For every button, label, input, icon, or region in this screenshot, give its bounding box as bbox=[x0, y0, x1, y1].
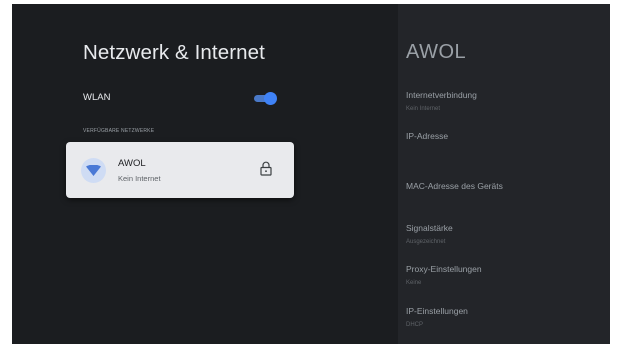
detail-item-proxy-settings[interactable]: Proxy-Einstellungen bbox=[406, 264, 482, 274]
detail-item-mac-address[interactable]: MAC-Adresse des Geräts bbox=[406, 181, 503, 191]
network-name: AWOL bbox=[118, 158, 146, 169]
detail-value-ip-settings: DHCP bbox=[406, 322, 424, 328]
detail-item-ip-settings[interactable]: IP-Einstellungen bbox=[406, 306, 468, 316]
wlan-label: WLAN bbox=[83, 92, 111, 103]
lock-icon bbox=[260, 161, 272, 181]
detail-item-ip-address[interactable]: IP-Adresse bbox=[406, 131, 448, 141]
network-item-awol[interactable]: AWOL Kein Internet bbox=[66, 142, 294, 198]
detail-value-proxy-settings: Keine bbox=[406, 280, 422, 286]
available-networks-label: VERFÜGBARE NETZWERKE bbox=[83, 128, 155, 134]
toggle-knob bbox=[264, 92, 277, 105]
page-title: Netzwerk & Internet bbox=[83, 41, 265, 64]
wlan-toggle[interactable] bbox=[254, 92, 277, 105]
detail-item-signal-strength[interactable]: Signalstärke bbox=[406, 223, 453, 233]
network-status: Kein Internet bbox=[118, 174, 161, 183]
wifi-icon bbox=[81, 158, 106, 183]
detail-item-internet-connection[interactable]: Internetverbindung bbox=[406, 90, 477, 100]
detail-value-internet-connection: Kein Internet bbox=[406, 106, 441, 112]
detail-value-signal-strength: Ausgezeichnet bbox=[406, 239, 446, 245]
detail-title: AWOL bbox=[406, 41, 467, 63]
